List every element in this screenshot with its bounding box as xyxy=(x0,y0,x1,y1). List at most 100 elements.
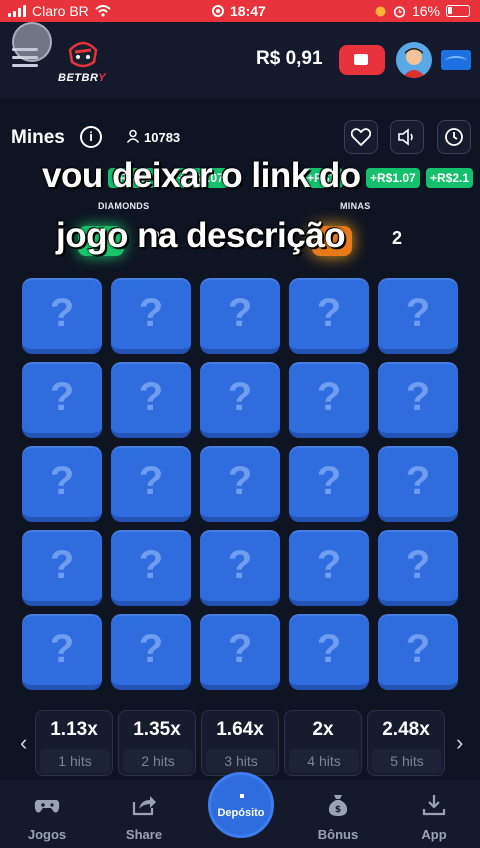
favorite-button[interactable] xyxy=(344,120,378,154)
nav-label-bonus: Bônus xyxy=(317,827,359,842)
nav-item-app[interactable]: App xyxy=(399,794,469,842)
battery-icon xyxy=(446,5,470,17)
mine-tile[interactable]: ? xyxy=(289,530,369,606)
battery-percent: 16% xyxy=(411,3,440,19)
svg-text:$: $ xyxy=(335,805,341,815)
mine-tile[interactable]: ? xyxy=(200,614,280,690)
multiplier-hits: 2 hits xyxy=(123,749,193,773)
mine-tile[interactable]: ? xyxy=(200,362,280,438)
mine-tile[interactable]: ? xyxy=(289,614,369,690)
carrier-label: Claro BR xyxy=(32,3,89,19)
recording-icon xyxy=(212,5,224,17)
mine-tile[interactable]: ? xyxy=(378,362,458,438)
mine-tile[interactable]: ? xyxy=(22,530,102,606)
multiplier-value: 1.35x xyxy=(133,719,181,740)
multiplier-value: 2x xyxy=(312,719,334,740)
mine-tile[interactable]: ? xyxy=(289,446,369,522)
app-header: BETBRY R$ 0,91 xyxy=(0,22,480,98)
orientation-lock-icon xyxy=(375,6,386,16)
logo-text-accent: Y xyxy=(98,72,107,84)
ticker-chip: +R$2.1 xyxy=(426,168,474,188)
mine-tile[interactable]: ? xyxy=(378,530,458,606)
logo-text: BETBRY xyxy=(58,72,107,84)
video-caption-line-1: vou deixar o link do xyxy=(42,156,361,195)
diamonds-label: DIAMONDS xyxy=(98,201,150,211)
multiplier-strip: ‹ › 1.13x 1 hits 1.35x 2 hits 1.64x 3 hits 2x 4… xyxy=(0,706,480,780)
mines-grid: ????????????????????????? xyxy=(22,278,462,690)
status-center: 18:47 xyxy=(212,3,266,19)
signal-icon xyxy=(8,5,26,17)
share-icon xyxy=(132,796,156,816)
mines-label: MINAS xyxy=(340,201,371,211)
multiplier-card: 2.48x 5 hits xyxy=(367,710,445,776)
chevron-right-icon[interactable]: › xyxy=(456,730,463,756)
money-bag-icon: $ xyxy=(328,795,348,816)
language-flag-icon[interactable] xyxy=(441,50,471,70)
history-button[interactable] xyxy=(437,120,471,154)
nav-item-games[interactable]: Jogos xyxy=(12,794,82,842)
mine-tile[interactable]: ? xyxy=(200,278,280,354)
chevron-left-icon[interactable]: ‹ xyxy=(20,730,27,756)
nav-item-bonus[interactable]: $ Bônus xyxy=(303,794,373,842)
nav-label-share: Share xyxy=(125,827,163,842)
video-caption-line-2: jogo na descrição xyxy=(56,216,346,255)
mine-tile[interactable]: ? xyxy=(378,614,458,690)
mine-tile[interactable]: ? xyxy=(289,362,369,438)
clock-icon xyxy=(445,128,463,146)
mine-tile[interactable]: ? xyxy=(378,446,458,522)
multiplier-card: 1.13x 1 hits xyxy=(35,710,113,776)
assistive-touch-button[interactable] xyxy=(12,22,52,62)
download-icon xyxy=(422,795,446,816)
mine-tile[interactable]: ? xyxy=(200,530,280,606)
user-avatar[interactable] xyxy=(396,42,432,78)
game-title: Mines xyxy=(11,127,65,148)
multiplier-card: 1.64x 3 hits xyxy=(201,710,279,776)
nav-item-share[interactable]: Share xyxy=(109,794,179,842)
logo-mark-icon xyxy=(68,41,98,68)
multiplier-value: 1.64x xyxy=(216,719,264,740)
ticker-chip: +R$1.07 xyxy=(366,168,420,188)
multiplier-hits: 5 hits xyxy=(372,749,442,773)
mine-tile[interactable]: ? xyxy=(111,530,191,606)
mine-tile[interactable]: ? xyxy=(378,278,458,354)
deposit-button[interactable]: Depósito xyxy=(208,772,274,838)
bottom-nav: Jogos Share Depósito $ Bônus App xyxy=(0,772,480,848)
sound-button[interactable] xyxy=(390,120,424,154)
mine-tile[interactable]: ? xyxy=(22,362,102,438)
status-bar: Claro BR 18:47 16% xyxy=(0,0,480,22)
balance-amount: R$ 0,91 xyxy=(256,48,323,69)
wallet-button[interactable] xyxy=(339,45,385,75)
status-right: 16% xyxy=(374,3,470,19)
alarm-icon xyxy=(393,5,406,18)
info-icon[interactable]: i xyxy=(80,126,102,148)
mine-tile[interactable]: ? xyxy=(200,446,280,522)
mine-tile[interactable]: ? xyxy=(289,278,369,354)
deposit-icon xyxy=(240,794,244,798)
mine-tile[interactable]: ? xyxy=(111,614,191,690)
player-count: 10783 xyxy=(144,130,181,145)
nav-label-games: Jogos xyxy=(27,827,67,842)
avatar-icon xyxy=(402,48,426,78)
multiplier-hits: 1 hits xyxy=(40,749,110,773)
mine-tile[interactable]: ? xyxy=(22,446,102,522)
betbry-logo[interactable]: BETBRY xyxy=(58,34,116,92)
mine-tile[interactable]: ? xyxy=(22,614,102,690)
clock: 18:47 xyxy=(230,3,266,19)
speaker-icon xyxy=(398,128,413,146)
multiplier-card: 1.35x 2 hits xyxy=(118,710,196,776)
status-left: Claro BR xyxy=(8,3,111,19)
mines-value: 2 xyxy=(392,228,403,248)
multiplier-hits: 4 hits xyxy=(289,749,359,773)
multiplier-hits: 3 hits xyxy=(206,749,276,773)
mine-tile[interactable]: ? xyxy=(111,446,191,522)
wifi-icon xyxy=(95,5,111,17)
user-icon xyxy=(126,129,140,143)
deposit-label: Depósito xyxy=(217,807,265,819)
heart-icon xyxy=(351,128,371,146)
mine-tile[interactable]: ? xyxy=(111,278,191,354)
multiplier-value: 2.48x xyxy=(382,719,430,740)
mine-tile[interactable]: ? xyxy=(22,278,102,354)
gamepad-icon xyxy=(34,800,60,813)
multiplier-value: 1.13x xyxy=(50,719,98,740)
mine-tile[interactable]: ? xyxy=(111,362,191,438)
